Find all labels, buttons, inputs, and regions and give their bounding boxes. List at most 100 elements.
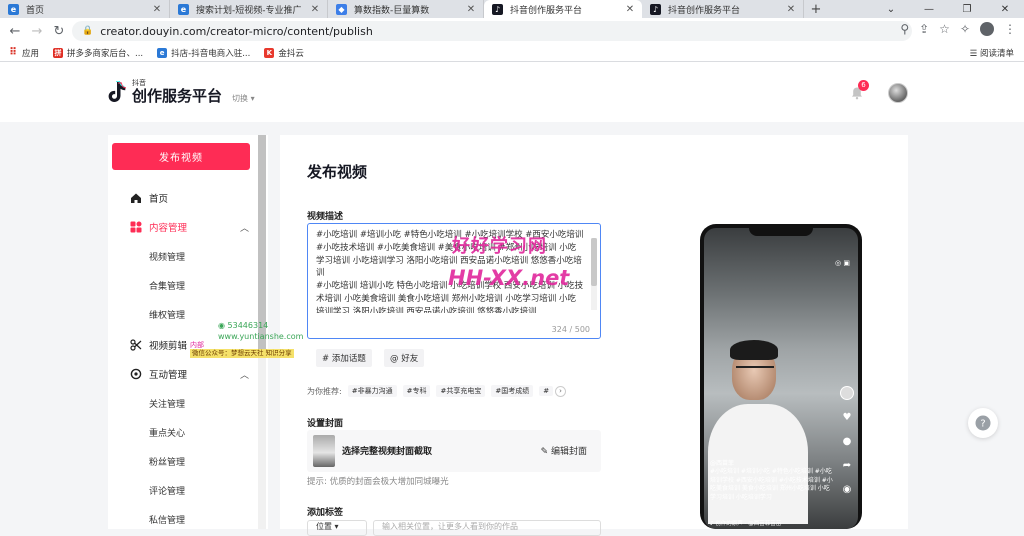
minimize-icon[interactable]: —: [910, 0, 948, 18]
add-topic-button[interactable]: # 添加话题: [316, 349, 372, 367]
mention-friend-button[interactable]: @ 好友: [384, 349, 425, 367]
sidebar-item-follow-management[interactable]: 关注管理: [108, 393, 253, 413]
browser-tab-0[interactable]: e 首页 ✕: [0, 0, 170, 18]
sidebar-item-collection-management[interactable]: 合集管理: [108, 275, 253, 295]
location-input[interactable]: 输入相关位置，让更多人看到你的作品: [373, 520, 601, 536]
chevron-down-icon[interactable]: ⌄: [872, 0, 910, 18]
watermark-line1: 好好学习网: [452, 236, 547, 257]
sidebar-scrollbar-thumb[interactable]: [258, 135, 266, 351]
close-window-icon[interactable]: ✕: [986, 0, 1024, 18]
toolbar-right: ⚲ ⇪ ☆ ✧ ⋮: [900, 22, 1016, 36]
sidebar-item-key-care[interactable]: 重点关心: [108, 422, 253, 442]
tag-type-select[interactable]: 位置 ▾: [307, 520, 367, 536]
home-icon: [129, 191, 143, 205]
browser-tab-4[interactable]: ♪ 抖音创作服务平台 ✕: [642, 0, 804, 18]
cover-thumbnail: [313, 435, 335, 467]
sidebar-item-label: 视频管理: [149, 252, 186, 263]
cover-label: 设置封面: [307, 419, 344, 429]
bookmark-apps[interactable]: ⠿ 应用: [8, 47, 39, 59]
switch-label: 切换: [232, 93, 249, 103]
logo-small-text: 抖音: [132, 79, 146, 87]
page-title: 发布视频: [307, 163, 368, 181]
star-icon[interactable]: ☆: [939, 22, 950, 36]
browser-tab-3[interactable]: ♪ 抖音创作服务平台 ✕: [484, 0, 642, 18]
douyin-icon: ♪: [492, 3, 503, 15]
recommend-tag[interactable]: #: [539, 386, 554, 396]
avatar[interactable]: [888, 83, 908, 103]
reload-icon[interactable]: ↻: [48, 24, 70, 39]
cover-hint: 提示: 优质的封面会极大增加同城曝光: [307, 477, 449, 487]
restore-icon[interactable]: ❐: [948, 0, 986, 18]
phone-notch: [749, 224, 813, 236]
switch-dropdown[interactable]: 切换 ▾: [232, 93, 255, 104]
edit-cover-button[interactable]: ✎ 编辑封面: [541, 444, 587, 457]
blue-e-icon: e: [178, 3, 189, 15]
close-icon[interactable]: ✕: [785, 4, 797, 15]
tab-title: 抖音创作服务平台: [668, 5, 741, 16]
tag-type-value: 位置: [316, 522, 332, 531]
forward-icon[interactable]: →: [26, 24, 48, 39]
preview-music: ♪ 创作的原声 - @西苗菲苗苗: [710, 521, 782, 527]
reading-list-button[interactable]: ☰ 阅读清单: [970, 47, 1014, 59]
recommend-tag[interactable]: #非暴力沟通: [347, 385, 397, 397]
publish-video-button[interactable]: 发布视频: [112, 143, 250, 170]
chevron-up-icon: ︿: [239, 370, 249, 381]
lock-icon: 🔒: [82, 26, 94, 36]
new-tab-button[interactable]: +: [804, 0, 828, 18]
tags-label: 添加标签: [307, 508, 344, 518]
sidebar-item-label: 重点关心: [149, 428, 186, 439]
sidebar-item-comment-management[interactable]: 评论管理: [108, 480, 253, 500]
url-input[interactable]: 🔒 creator.douyin.com/creator-micro/conte…: [72, 21, 912, 41]
caret-down-icon: ▾: [334, 522, 339, 531]
sidebar-item-message-management[interactable]: 私信管理: [108, 509, 253, 529]
person-glasses: [736, 366, 774, 374]
wechat-icon: ◉: [218, 321, 228, 330]
notification-badge: 6: [858, 80, 869, 91]
watermark-note: 微信公众号：梦想云天社 知识分享: [190, 349, 294, 358]
sidebar-item-label: 粉丝管理: [149, 457, 186, 468]
sidebar-item-video-management[interactable]: 视频管理: [108, 246, 253, 266]
sidebar-item-home[interactable]: 首页: [108, 188, 253, 208]
svg-text:?: ?: [980, 419, 985, 430]
sidebar-item-interaction-management[interactable]: 互动管理 ︿: [108, 364, 253, 384]
recommend-row: 为你推荐: #非暴力沟通 #专科 #共享充电宝 #国考成绩 # ›: [307, 384, 567, 398]
bookmark-jindouyun[interactable]: K 金抖云: [264, 47, 304, 59]
logo[interactable]: 抖音 创作服务平台 切换 ▾: [108, 80, 255, 104]
bookmark-pdd[interactable]: 拼 拼多多商家后台、...: [53, 47, 143, 59]
bookmark-label: 抖店-抖音电商入驻...: [171, 48, 251, 59]
help-button[interactable]: ?: [968, 408, 998, 438]
recommend-tag[interactable]: #国考成绩: [491, 385, 534, 397]
recommend-tag[interactable]: #专科: [402, 385, 431, 397]
tab-title: 算数指数-巨量算数: [354, 5, 430, 16]
close-icon[interactable]: ✕: [624, 4, 636, 15]
scissors-icon: [129, 338, 143, 352]
extensions-icon[interactable]: ✧: [960, 22, 970, 36]
close-icon[interactable]: ✕: [465, 4, 477, 15]
back-icon[interactable]: ←: [4, 24, 26, 39]
browser-tab-1[interactable]: e 搜索计划-短视频-专业推广 ✕: [170, 0, 328, 18]
video-preview[interactable]: ◎ ▣ ♥ ● ➦ ◉ @西苗菲 #小吃培训 #培训小吃 #特色小吃培训 #小吃…: [704, 228, 858, 529]
bookmark-label: 金抖云: [278, 48, 304, 59]
sidebar-item-fan-management[interactable]: 粉丝管理: [108, 451, 253, 471]
reading-list-label: 阅读清单: [979, 49, 1014, 59]
sidebar-item-label: 评论管理: [149, 486, 186, 497]
share-icon[interactable]: ⇪: [919, 22, 929, 36]
pencil-icon: ✎: [540, 447, 551, 457]
location-icon[interactable]: ⚲: [900, 22, 909, 36]
cover-selector[interactable]: 选择完整视频封面截取 ✎ 编辑封面: [307, 430, 601, 472]
menu-icon[interactable]: ⋮: [1004, 22, 1016, 36]
close-icon[interactable]: ✕: [151, 4, 163, 15]
browser-tab-2[interactable]: ◆ 算数指数-巨量算数 ✕: [328, 0, 484, 18]
description-scrollbar-thumb[interactable]: [591, 238, 597, 286]
sidebar-item-content-management[interactable]: 内容管理 ︿: [108, 217, 253, 237]
recommend-tag[interactable]: #共享充电宝: [436, 385, 486, 397]
doudian-icon: e: [157, 47, 168, 58]
bookmark-doudian[interactable]: e 抖店-抖音电商入驻...: [157, 47, 250, 59]
chevron-right-icon[interactable]: ›: [555, 385, 567, 397]
preview-action-bar: ♥ ● ➦ ◉: [840, 386, 854, 496]
profile-icon[interactable]: [980, 22, 994, 36]
share-arrow-icon: ➦: [842, 460, 852, 471]
reading-list-icon: ☰: [969, 49, 980, 59]
close-icon[interactable]: ✕: [309, 4, 321, 15]
caret-down-icon: ▾: [250, 93, 255, 103]
